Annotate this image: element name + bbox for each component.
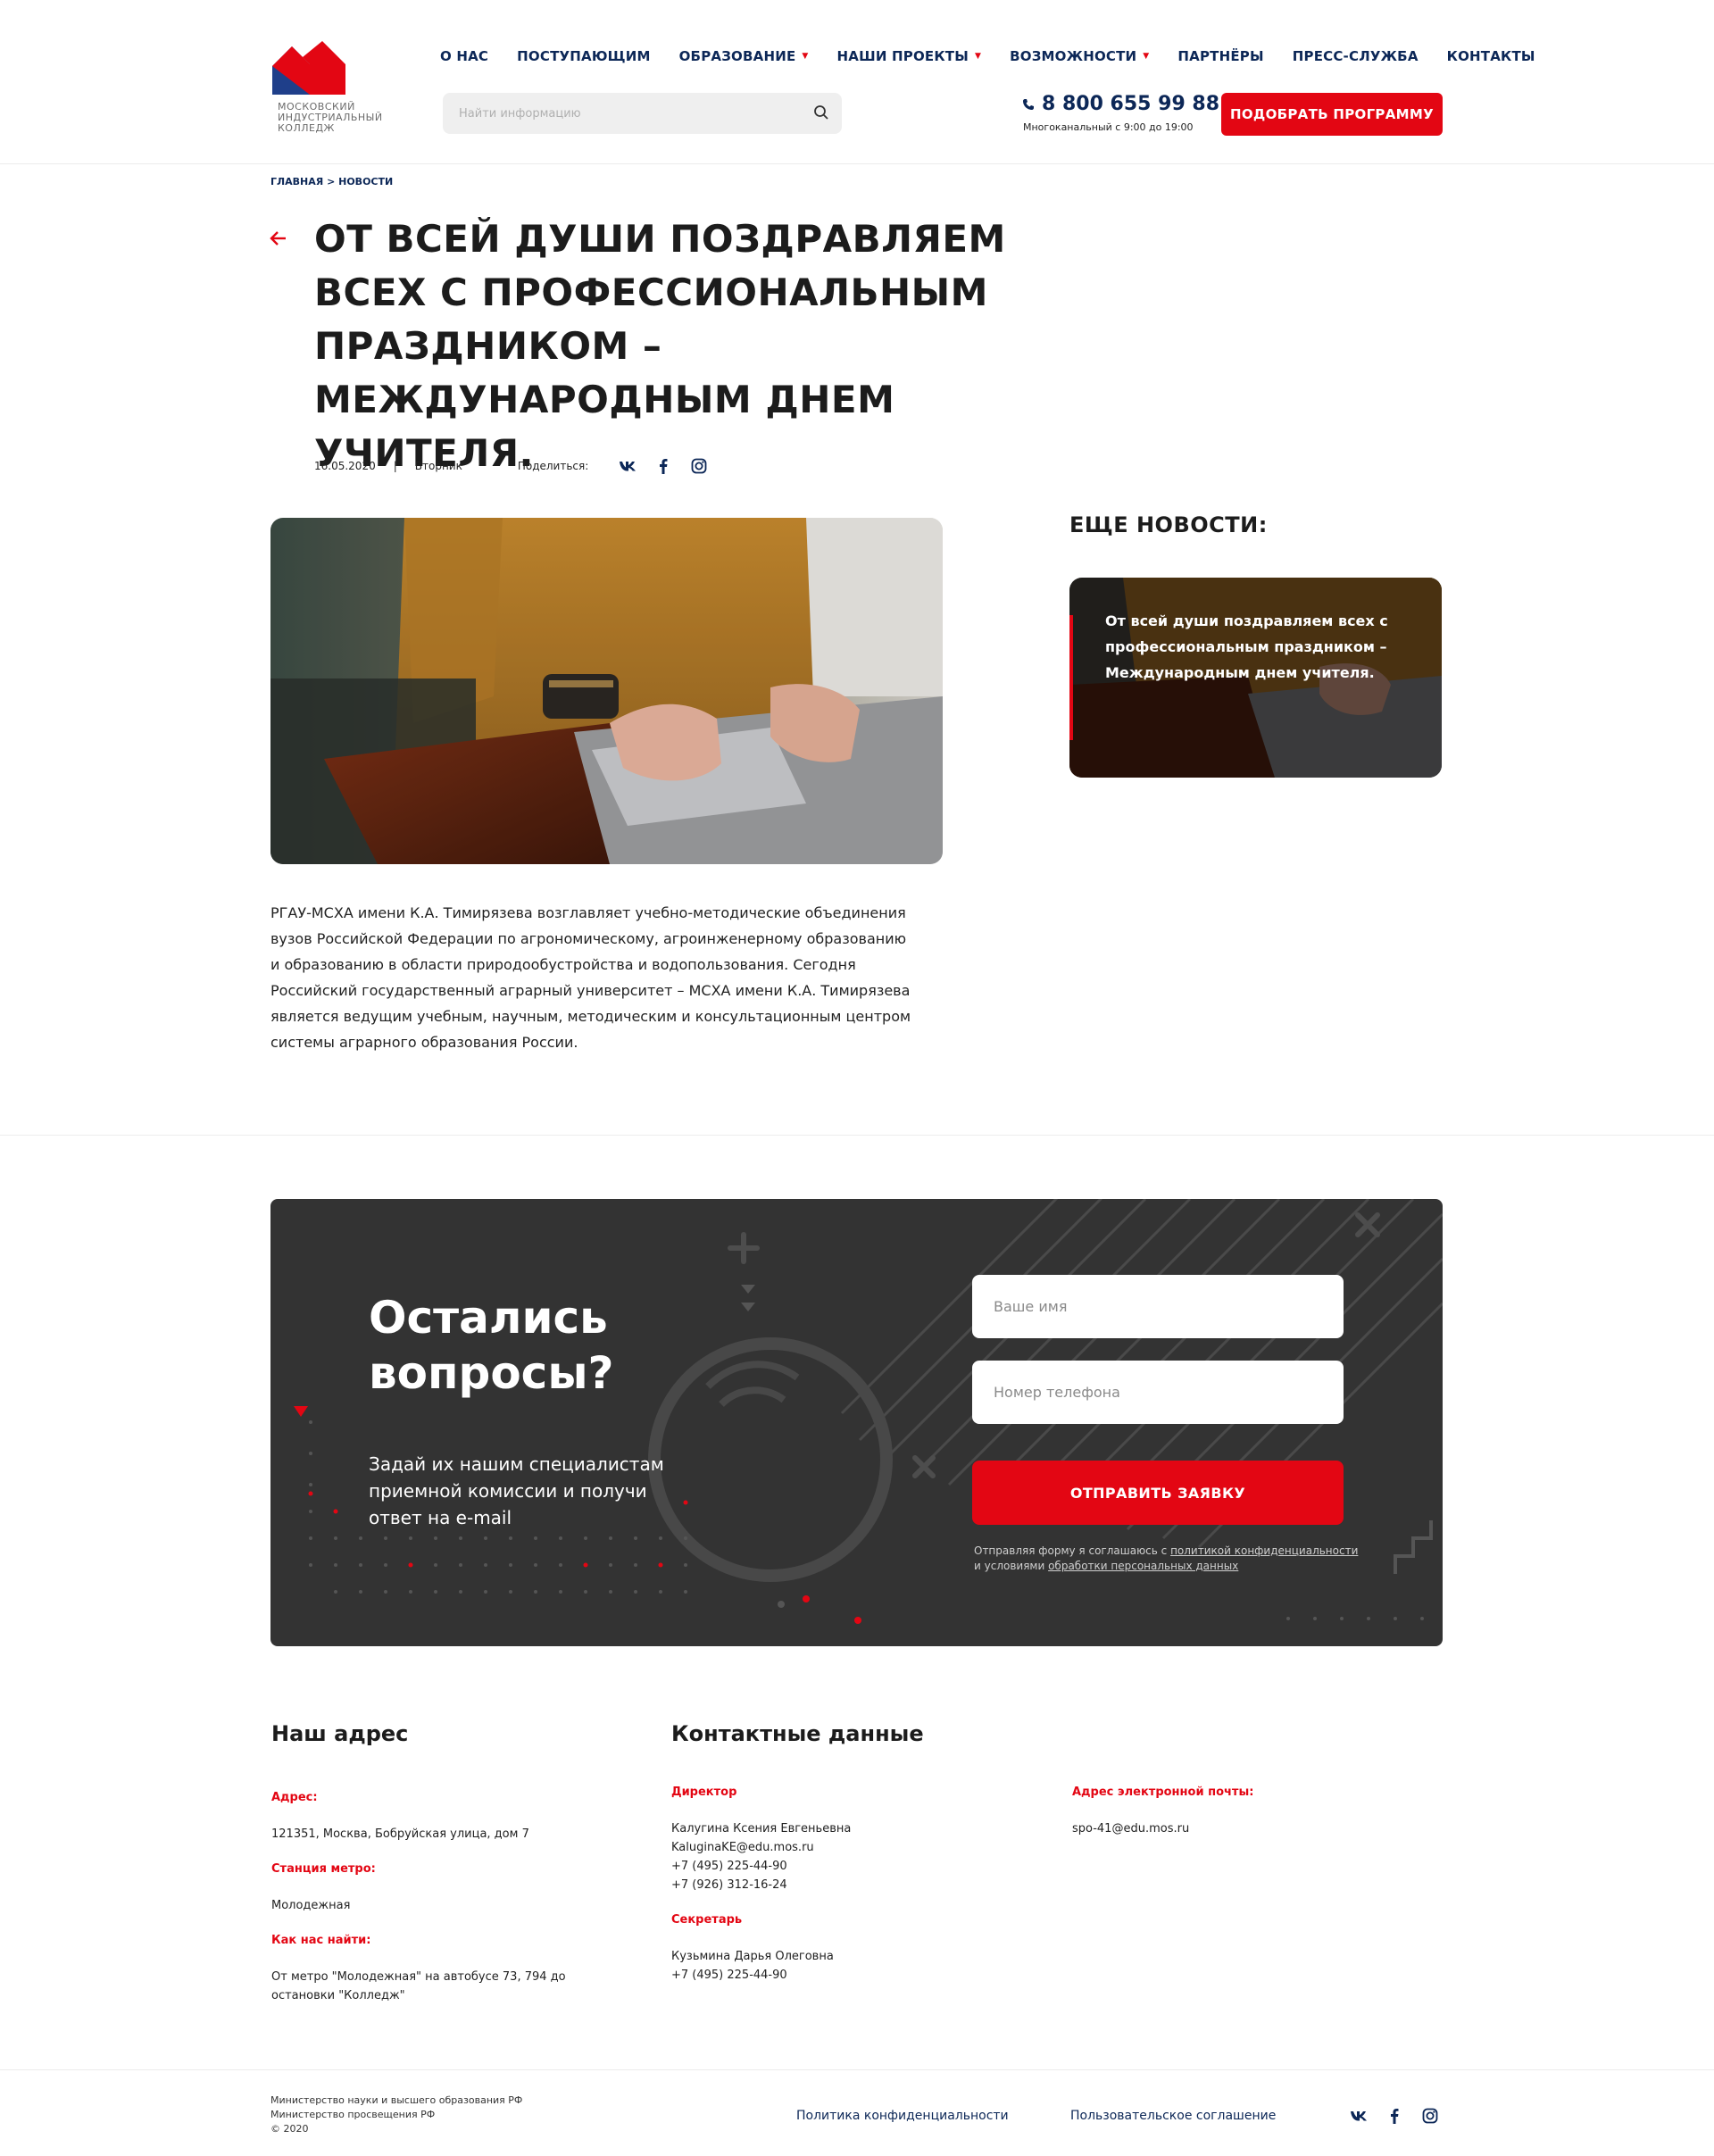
news-card-title: От всей души поздравляем всех с професси… [1105,612,1388,681]
search-box [443,93,842,134]
nav-label: НАШИ ПРОЕКТЫ [836,48,969,64]
vk-icon[interactable] [1348,2105,1369,2127]
nav-item-projects[interactable]: НАШИ ПРОЕКТЫ ▼ [837,48,982,64]
director-phone-2[interactable]: +7 (926) 312-16-24 [671,1876,787,1894]
consent-text: Отправляя форму я соглашаюсь с политикой… [974,1544,1367,1574]
vk-icon[interactable] [617,455,638,477]
email-value[interactable]: spo-41@edu.mos.ru [1072,1819,1189,1838]
phone-link[interactable]: 8 800 655 99 88 [1022,93,1219,116]
breadcrumb: ГЛАВНАЯ > НОВОСТИ [270,176,393,187]
phone-icon [1022,94,1035,116]
search-icon[interactable] [813,104,829,124]
director-label: Директор [671,1786,737,1799]
caret-down-icon: ▼ [1143,52,1150,61]
nav-item-partners[interactable]: ПАРТНЁРЫ [1177,48,1263,64]
nav-item-opportunities[interactable]: ВОЗМОЖНОСТИ ▼ [1010,48,1149,64]
logo-mark-icon [272,41,345,95]
personal-data-link[interactable]: обработки персональных данных [1048,1560,1238,1572]
copyright-year: © 2020 [270,2123,309,2135]
ministry-line-1: Министерство науки и высшего образования… [270,2094,523,2106]
nav-label: ПРЕСС-СЛУЖБА [1292,48,1419,64]
caret-down-icon: ▼ [802,52,809,61]
facebook-icon[interactable] [653,455,674,477]
metro-value: Молодежная [271,1899,351,1912]
footer-social [1348,2105,1455,2127]
nav-label: ВОЗМОЖНОСТИ [1010,48,1137,64]
news-card[interactable]: От всей души поздравляем всех с професси… [1069,578,1442,778]
section-divider [0,1135,1714,1136]
secretary-name: Кузьмина Дарья Олеговна [671,1950,834,1963]
route-label: Как нас найти: [271,1934,371,1947]
article-weekday: Вторник [414,460,462,472]
logo[interactable]: МОСКОВСКИЙ ИНДУСТРИАЛЬНЫЙ КОЛЛЕДЖ [270,39,395,146]
search-input[interactable] [443,93,782,134]
email-label: Адрес электронной почты: [1072,1786,1254,1799]
user-agreement-link[interactable]: Пользовательское соглашение [1070,2109,1276,2123]
director-name: Калугина Ксения Евгеньевна [671,1822,852,1836]
questions-title: Остались вопросы? [369,1292,614,1399]
consent-prefix: Отправляя форму я соглашаюсь с [974,1544,1171,1557]
director-email[interactable]: KaluginaKE@edu.mos.ru [671,1838,814,1857]
phone-field[interactable] [972,1361,1344,1424]
caret-down-icon: ▼ [974,52,982,61]
instagram-icon[interactable] [1419,2105,1441,2127]
questions-panel: Остались вопросы? Задай их нашим специал… [270,1199,1443,1646]
more-news-title: ЕЩЕ НОВОСТИ: [1069,512,1268,537]
footer-copyright: Министерство науки и высшего образования… [270,2094,522,2136]
main-nav: О НАС ПОСТУПАЮЩИМ ОБРАЗОВАНИЕ ▼ НАШИ ПРОЕ… [440,48,1535,64]
breadcrumb-home[interactable]: ГЛАВНАЯ [270,176,323,187]
page-title: ОТ ВСЕЙ ДУШИ ПОЗДРАВЛЯЕМ ВСЕХ С ПРОФЕССИ… [314,217,1006,475]
nav-label: КОНТАКТЫ [1446,48,1535,64]
route-value: От метро "Молодежная" на автобусе 73, 79… [271,1970,566,2002]
nav-item-education[interactable]: ОБРАЗОВАНИЕ ▼ [679,48,809,64]
nav-item-contacts[interactable]: КОНТАКТЫ [1447,48,1535,64]
nav-label: ОБРАЗОВАНИЕ [678,48,796,64]
consent-mid: и условиями [974,1560,1049,1572]
privacy-policy-link[interactable]: политикой конфиденциальности [1170,1544,1358,1557]
site-header: МОСКОВСКИЙ ИНДУСТРИАЛЬНЫЙ КОЛЛЕДЖ О НАС … [0,0,1714,164]
director-phone-1[interactable]: +7 (495) 225-44-90 [671,1857,787,1876]
logo-text: МОСКОВСКИЙ ИНДУСТРИАЛЬНЫЙ КОЛЛЕДЖ [278,101,383,134]
nav-item-about[interactable]: О НАС [440,48,488,64]
nav-label: ПОСТУПАЮЩИМ [517,48,651,64]
ministry-line-2: Министерство просвещения РФ [270,2109,436,2120]
back-arrow-icon[interactable] [270,230,287,250]
article-date: 16.05.2020 [314,460,376,472]
address-value: 121351, Москва, Бобруйская улица, дом 7 [271,1827,529,1841]
footer-divider [0,2069,1714,2070]
privacy-policy-footer-link[interactable]: Политика конфиденциальности [796,2109,1009,2123]
share-label: Поделиться: [517,460,589,472]
nav-label: ПАРТНЁРЫ [1177,48,1264,64]
questions-subtitle: Задай их нашим специалистам приемной ком… [369,1453,664,1528]
news-card-accent [1069,615,1073,740]
secretary-phone[interactable]: +7 (495) 225-44-90 [671,1966,787,1985]
metro-label: Станция метро: [271,1862,376,1876]
phone-number: 8 800 655 99 88 [1042,93,1220,115]
breadcrumb-current: НОВОСТИ [338,176,394,187]
breadcrumb-separator: > [323,176,339,187]
secretary-label: Секретарь [671,1913,743,1927]
facebook-icon[interactable] [1384,2105,1405,2127]
contacts-heading: Контактные данные [671,1721,924,1746]
address-heading: Наш адрес [271,1721,409,1746]
article-image [270,518,943,864]
meta-separator: | [393,460,397,472]
nav-item-press[interactable]: ПРЕСС-СЛУЖБА [1293,48,1419,64]
name-field[interactable] [972,1275,1344,1338]
article-body: РГАУ-МСХА имени К.А. Тимирязева возглавл… [270,904,911,1051]
instagram-icon[interactable] [688,455,710,477]
nav-item-applicants[interactable]: ПОСТУПАЮЩИМ [517,48,650,64]
phone-note: Многоканальный с 9:00 до 19:00 [1023,121,1194,133]
article-meta: 16.05.2020 | Вторник Поделиться: [314,455,724,477]
address-label: Адрес: [271,1791,318,1804]
laptop-photo [270,518,943,864]
submit-request-button[interactable]: ОТПРАВИТЬ ЗАЯВКУ [972,1461,1344,1525]
nav-label: О НАС [440,48,489,64]
pick-program-button[interactable]: ПОДОБРАТЬ ПРОГРАММУ [1221,93,1443,136]
